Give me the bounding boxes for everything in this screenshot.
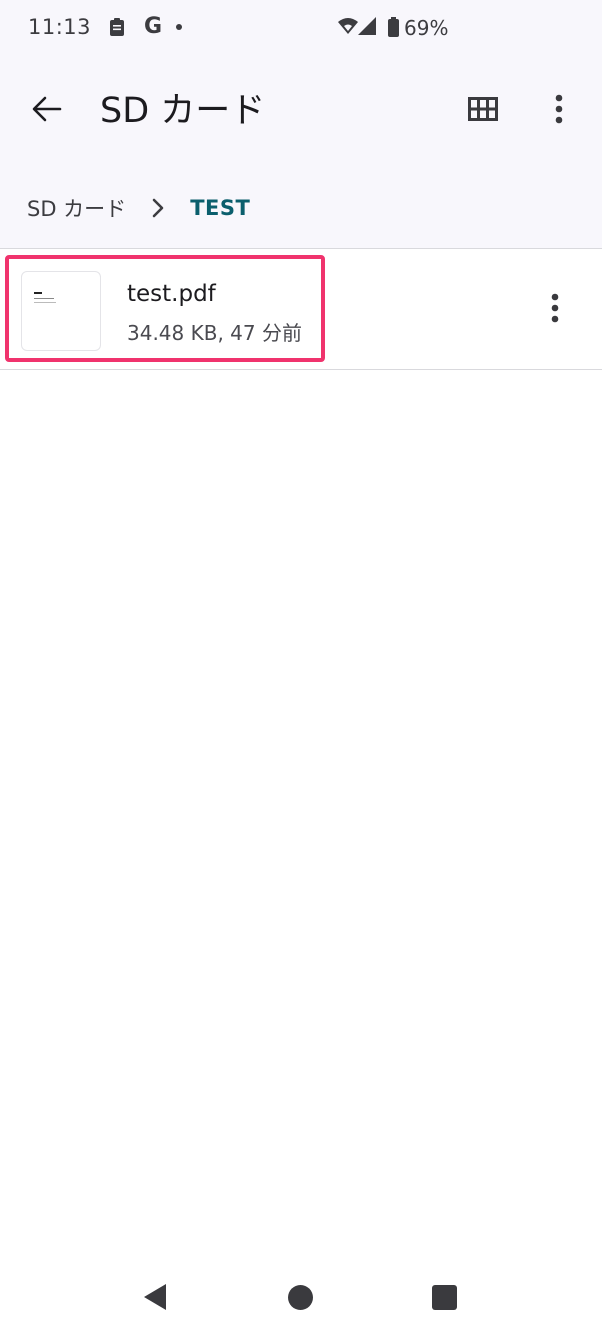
- breadcrumb-current[interactable]: TEST: [190, 196, 250, 220]
- arrow-back-icon: [32, 96, 62, 126]
- status-time: 11:13: [28, 15, 92, 39]
- wifi-icon: [338, 17, 358, 39]
- battery-icon: [388, 17, 399, 41]
- dot-icon: [176, 24, 182, 30]
- google-icon: G: [144, 14, 163, 39]
- signal-icon: [358, 17, 376, 39]
- battery-percentage: 69%: [404, 16, 449, 40]
- breadcrumb: SD カード TEST: [27, 188, 250, 228]
- grid-view-icon: [468, 97, 498, 125]
- system-nav-bar: [0, 1258, 602, 1338]
- nav-home-button[interactable]: [288, 1285, 313, 1310]
- more-options-button[interactable]: [534, 86, 584, 136]
- page-title: SD カード: [100, 91, 266, 131]
- more-vert-icon: [555, 94, 563, 128]
- status-bar: 11:13 G 69%: [0, 0, 602, 58]
- breadcrumb-root[interactable]: SD カード: [27, 193, 126, 223]
- screen: 11:13 G 69% SD カード SD カード TEST test.pdf …: [0, 0, 602, 1338]
- clipboard-icon: [109, 17, 125, 41]
- highlight-box: [5, 255, 325, 362]
- back-button[interactable]: [22, 86, 72, 136]
- file-more-options-button[interactable]: [530, 285, 580, 335]
- more-vert-icon: [551, 293, 559, 327]
- list-item[interactable]: test.pdf 34.48 KB, 47 分前: [0, 249, 602, 370]
- app-bar: SD カード SD カード TEST: [0, 58, 602, 249]
- nav-recents-button[interactable]: [432, 1285, 457, 1310]
- nav-back-button[interactable]: [142, 1282, 168, 1316]
- chevron-right-icon: [152, 198, 164, 218]
- grid-view-button[interactable]: [458, 86, 508, 136]
